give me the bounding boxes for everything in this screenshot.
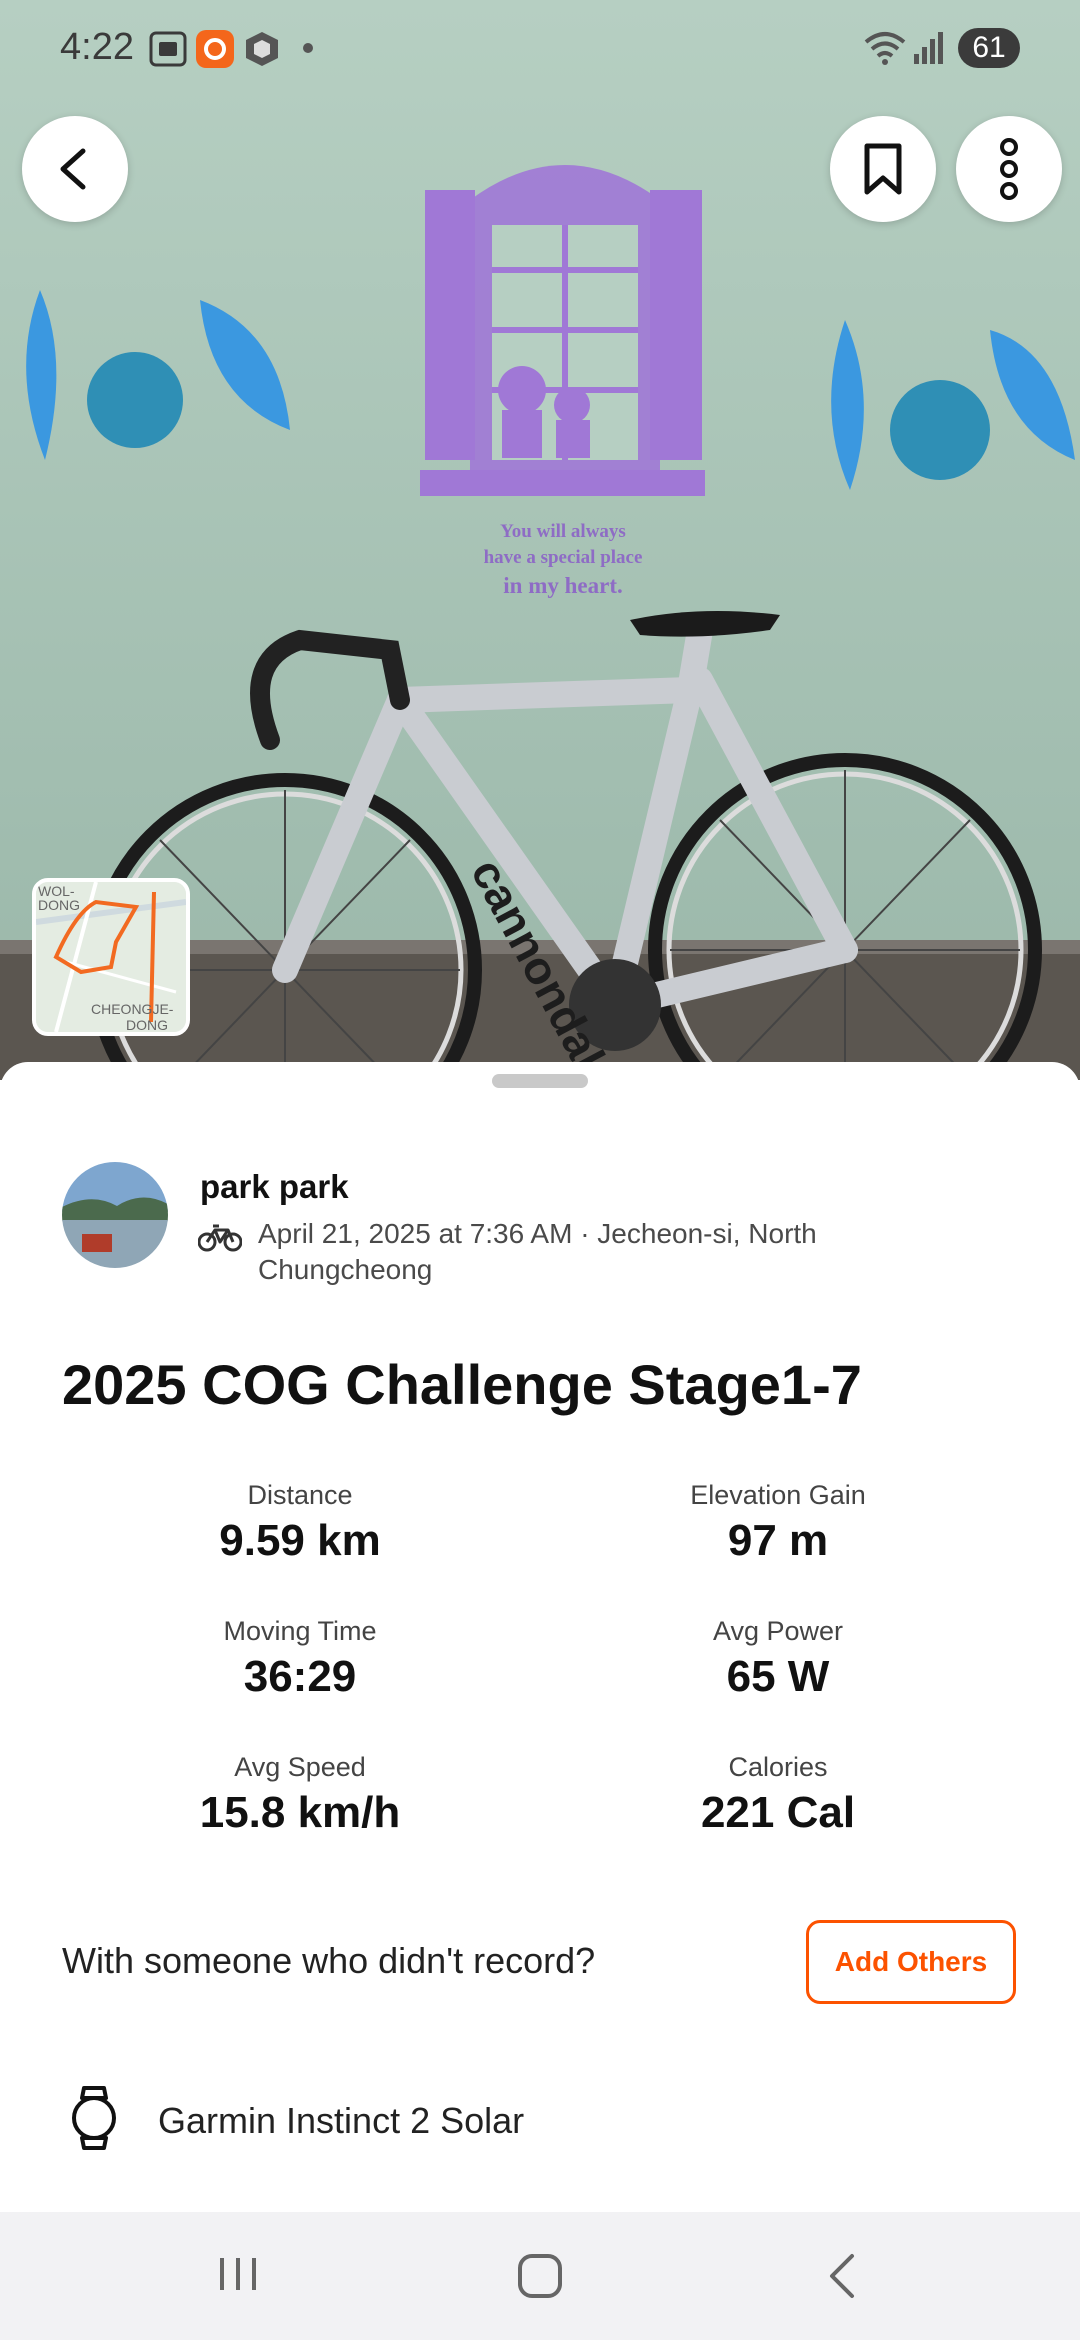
svg-text:have a special place: have a special place bbox=[484, 547, 643, 568]
status-bar: 4:22 61 bbox=[0, 0, 1080, 96]
home-icon[interactable] bbox=[516, 2252, 564, 2300]
stat-avg-power: Avg Power 65 W bbox=[578, 1614, 978, 1706]
stat-label: Avg Speed bbox=[234, 1752, 366, 1782]
avatar[interactable] bbox=[62, 1162, 168, 1268]
avatar-photo bbox=[62, 1162, 168, 1268]
chevron-left-icon bbox=[60, 148, 86, 190]
system-navigation-bar bbox=[0, 2212, 1080, 2340]
watch-icon bbox=[72, 2086, 116, 2150]
bookmark-button[interactable] bbox=[830, 116, 936, 222]
drag-handle[interactable] bbox=[492, 1074, 588, 1088]
more-vertical-icon bbox=[1000, 138, 1018, 200]
stat-value: 221 Cal bbox=[700, 1788, 856, 1837]
dot-icon bbox=[303, 43, 313, 53]
activity-title: 2025 COG Challenge Stage1-7 bbox=[62, 1353, 862, 1416]
stat-avg-speed: Avg Speed 15.8 km/h bbox=[100, 1750, 500, 1842]
device-name: Garmin Instinct 2 Solar bbox=[158, 2100, 525, 2141]
activity-date-location: April 21, 2025 at 7:36 AM · Jecheon-si, … bbox=[258, 1218, 817, 1285]
system-back-icon[interactable] bbox=[824, 2252, 860, 2300]
athlete-name[interactable]: park park bbox=[200, 1168, 349, 1206]
signal-icon bbox=[914, 32, 943, 64]
screenshot-icon bbox=[149, 31, 187, 67]
back-button[interactable] bbox=[22, 116, 128, 222]
route-map-thumbnail[interactable]: WOL- DONG CHEONGJE- DONG bbox=[32, 878, 190, 1036]
stat-label: Calories bbox=[728, 1752, 828, 1782]
svg-text:DONG: DONG bbox=[38, 897, 80, 913]
route-map: WOL- DONG CHEONGJE- DONG bbox=[36, 882, 186, 1032]
package-icon bbox=[246, 32, 278, 66]
more-options-button[interactable] bbox=[956, 116, 1062, 222]
stat-label: Avg Power bbox=[712, 1616, 844, 1646]
wifi-icon bbox=[864, 32, 906, 65]
stat-value: 36:29 bbox=[243, 1652, 357, 1701]
stat-value: 9.59 km bbox=[219, 1516, 381, 1565]
bike-icon bbox=[198, 1224, 242, 1252]
stat-elevation-gain: Elevation Gain 97 m bbox=[578, 1478, 978, 1570]
stat-label: Distance bbox=[247, 1480, 353, 1510]
stat-distance: Distance 9.59 km bbox=[100, 1478, 500, 1570]
map-label-bottom: CHEONGJE- bbox=[91, 1001, 174, 1017]
stat-value: 65 W bbox=[726, 1652, 830, 1701]
stat-value: 15.8 km/h bbox=[199, 1788, 401, 1837]
svg-text:in my heart.: in my heart. bbox=[503, 573, 622, 598]
stat-value: 97 m bbox=[727, 1516, 829, 1565]
stat-label: Moving Time bbox=[223, 1616, 377, 1646]
bookmark-icon bbox=[864, 143, 902, 195]
add-others-button[interactable]: Add Others bbox=[806, 1920, 1016, 2004]
recent-apps-icon[interactable] bbox=[216, 2252, 260, 2296]
activity-details-sheet: park park April 21, 2025 at 7:36 AM · Je… bbox=[0, 1062, 1080, 2212]
add-others-prompt: With someone who didn't record? bbox=[62, 1940, 596, 1981]
battery-indicator: 61 bbox=[958, 28, 1020, 68]
stat-label: Elevation Gain bbox=[690, 1480, 866, 1510]
stat-moving-time: Moving Time 36:29 bbox=[100, 1614, 500, 1706]
stat-calories: Calories 221 Cal bbox=[578, 1750, 978, 1842]
status-time: 4:22 bbox=[60, 26, 134, 68]
app-notification-icon bbox=[196, 30, 234, 68]
svg-text:You will always: You will always bbox=[500, 521, 626, 542]
svg-text:DONG: DONG bbox=[126, 1017, 168, 1032]
